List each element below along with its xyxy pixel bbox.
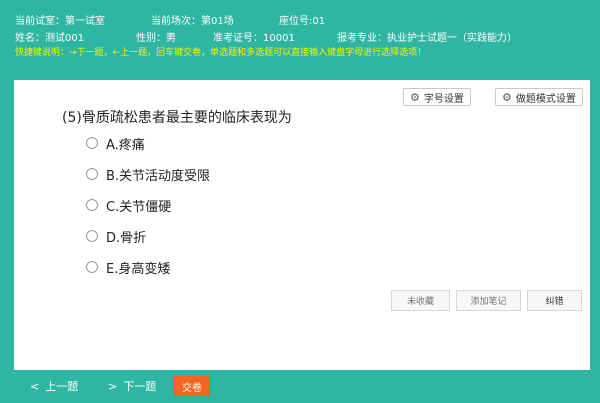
candidate-gender: 性别：男 bbox=[136, 33, 176, 44]
option-label: B.关节活动度受限 bbox=[106, 168, 211, 184]
option-e[interactable]: E.身高变矮 bbox=[86, 258, 171, 277]
favorite-button[interactable]: 未收藏 bbox=[391, 290, 450, 311]
question-card: ⚙ 字号设置 ⚙ 做题模式设置 (5)骨质疏松患者最主要的临床表现为 A.疼痛 … bbox=[14, 80, 590, 370]
exam-session: 当前场次：第01场 bbox=[151, 16, 234, 27]
prev-question-button[interactable]: < 上一题 bbox=[30, 378, 78, 394]
font-size-setting-label: 字号设置 bbox=[423, 93, 464, 105]
option-label: A.疼痛 bbox=[106, 137, 145, 153]
next-question-button[interactable]: > 下一题 bbox=[108, 378, 156, 394]
gear-icon: ⚙ bbox=[410, 90, 420, 104]
seat-number: 座位号:01 bbox=[279, 16, 326, 27]
submit-exam-button[interactable]: 交卷 bbox=[174, 376, 210, 396]
chevron-left-icon: < bbox=[30, 379, 40, 393]
candidate-name: 姓名：测试001 bbox=[15, 33, 85, 44]
question-text: (5)骨质疏松患者最主要的临床表现为 bbox=[62, 110, 292, 126]
shortcut-hint: 快捷键说明：→下一题，←上一题，回车键交卷，单选题和多选题可以直接输入键盘字母进… bbox=[15, 48, 427, 58]
ticket-number: 准考证号：10001 bbox=[213, 33, 295, 44]
option-label: D.骨折 bbox=[106, 230, 147, 246]
radio-icon[interactable] bbox=[86, 168, 98, 180]
radio-icon[interactable] bbox=[86, 261, 98, 273]
option-d[interactable]: D.骨折 bbox=[86, 227, 147, 246]
answer-mode-setting-label: 做题模式设置 bbox=[515, 93, 576, 105]
option-c[interactable]: C.关节僵硬 bbox=[86, 196, 172, 215]
option-label: E.身高变矮 bbox=[106, 261, 171, 277]
radio-icon[interactable] bbox=[86, 137, 98, 149]
gear-icon: ⚙ bbox=[502, 90, 512, 104]
radio-icon[interactable] bbox=[86, 199, 98, 211]
report-error-button[interactable]: 纠错 bbox=[527, 290, 582, 311]
font-size-setting-button[interactable]: ⚙ 字号设置 bbox=[403, 88, 471, 106]
prev-question-label: 上一题 bbox=[45, 380, 79, 393]
next-question-label: 下一题 bbox=[123, 380, 157, 393]
chevron-right-icon: > bbox=[108, 379, 118, 393]
option-label: C.关节僵硬 bbox=[106, 199, 172, 215]
exam-major: 报考专业：执业护士试题一（实践能力） bbox=[337, 33, 517, 44]
radio-icon[interactable] bbox=[86, 230, 98, 242]
option-b[interactable]: B.关节活动度受限 bbox=[86, 165, 211, 184]
answer-mode-setting-button[interactable]: ⚙ 做题模式设置 bbox=[495, 88, 583, 106]
add-note-button[interactable]: 添加笔记 bbox=[456, 290, 521, 311]
option-a[interactable]: A.疼痛 bbox=[86, 134, 145, 153]
exam-room: 当前试室：第一试室 bbox=[15, 16, 105, 27]
